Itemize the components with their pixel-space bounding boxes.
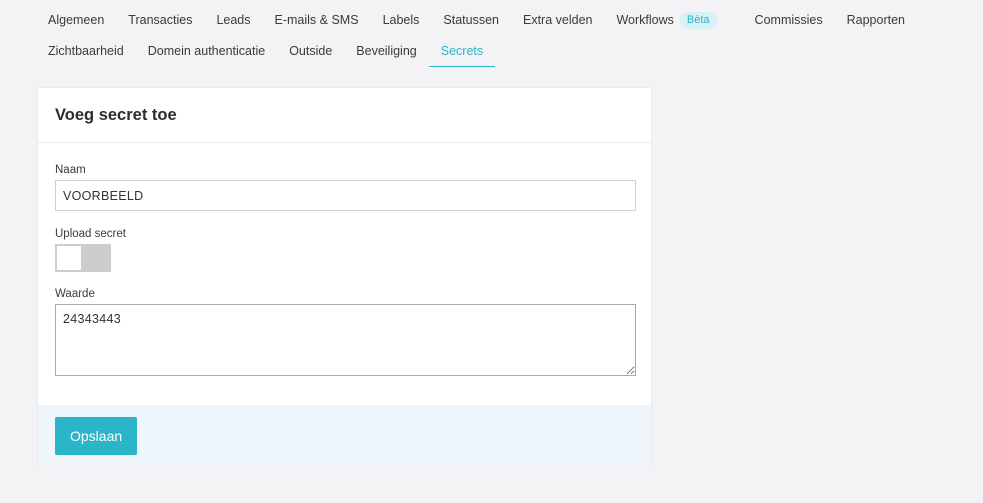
tab-outside[interactable]: Outside bbox=[277, 36, 344, 67]
tab-beveiliging[interactable]: Beveiliging bbox=[344, 36, 428, 67]
settings-tabs: Algemeen Transacties Leads E-mails & SMS… bbox=[36, 0, 966, 67]
card-body: Naam Upload secret Waarde 24343443 bbox=[38, 143, 651, 405]
tab-domein-authenticatie[interactable]: Domein authenticatie bbox=[136, 36, 277, 67]
tab-label: Labels bbox=[382, 13, 420, 27]
upload-secret-toggle[interactable] bbox=[55, 244, 111, 272]
tab-statussen[interactable]: Statussen bbox=[431, 5, 511, 36]
name-label: Naam bbox=[55, 164, 86, 176]
tab-label: Rapporten bbox=[846, 13, 905, 27]
name-input[interactable] bbox=[55, 180, 636, 211]
tab-zichtbaarheid[interactable]: Zichtbaarheid bbox=[36, 36, 136, 67]
tab-label: Beveiliging bbox=[356, 44, 417, 58]
tab-label: Extra velden bbox=[523, 13, 593, 27]
card-title: Voeg secret toe bbox=[55, 105, 177, 124]
add-secret-card: Voeg secret toe Naam Upload secret Waard… bbox=[37, 87, 652, 466]
tab-algemeen[interactable]: Algemeen bbox=[36, 5, 116, 36]
tab-transacties[interactable]: Transacties bbox=[116, 5, 204, 36]
toggle-knob bbox=[57, 246, 81, 270]
tab-label: Secrets bbox=[440, 44, 484, 58]
tab-workflows[interactable]: Workflows Bèta bbox=[604, 5, 728, 36]
tab-commissies[interactable]: Commissies bbox=[743, 5, 835, 36]
tab-labels[interactable]: Labels bbox=[371, 5, 432, 36]
tab-label: E-mails & SMS bbox=[274, 13, 359, 27]
tab-leads[interactable]: Leads bbox=[204, 5, 262, 36]
card-header: Voeg secret toe bbox=[38, 88, 651, 143]
tab-label: Workflows bbox=[616, 13, 674, 27]
save-button[interactable]: Opslaan bbox=[55, 416, 138, 455]
tab-emails-sms[interactable]: E-mails & SMS bbox=[263, 5, 371, 36]
tab-secrets[interactable]: Secrets bbox=[428, 36, 496, 67]
tab-label: Statussen bbox=[443, 13, 499, 27]
upload-secret-label: Upload secret bbox=[55, 228, 126, 240]
tab-label: Domein authenticatie bbox=[147, 44, 266, 58]
beta-badge: Bèta bbox=[679, 11, 717, 29]
value-textarea[interactable]: 24343443 bbox=[55, 304, 636, 376]
tab-label: Leads bbox=[216, 13, 251, 27]
tab-label: Outside bbox=[289, 44, 333, 58]
tab-label: Commissies bbox=[754, 13, 823, 27]
value-label: Waarde bbox=[55, 288, 95, 300]
tab-label: Zichtbaarheid bbox=[48, 44, 124, 58]
tab-label: Algemeen bbox=[48, 13, 105, 27]
card-footer: Opslaan bbox=[38, 405, 651, 466]
tab-rapporten[interactable]: Rapporten bbox=[835, 5, 917, 36]
tab-extra-velden[interactable]: Extra velden bbox=[511, 5, 604, 36]
tab-row-1: Algemeen Transacties Leads E-mails & SMS… bbox=[36, 5, 966, 36]
tab-row-2: Zichtbaarheid Domein authenticatie Outsi… bbox=[36, 36, 966, 67]
tab-label: Transacties bbox=[128, 13, 193, 27]
